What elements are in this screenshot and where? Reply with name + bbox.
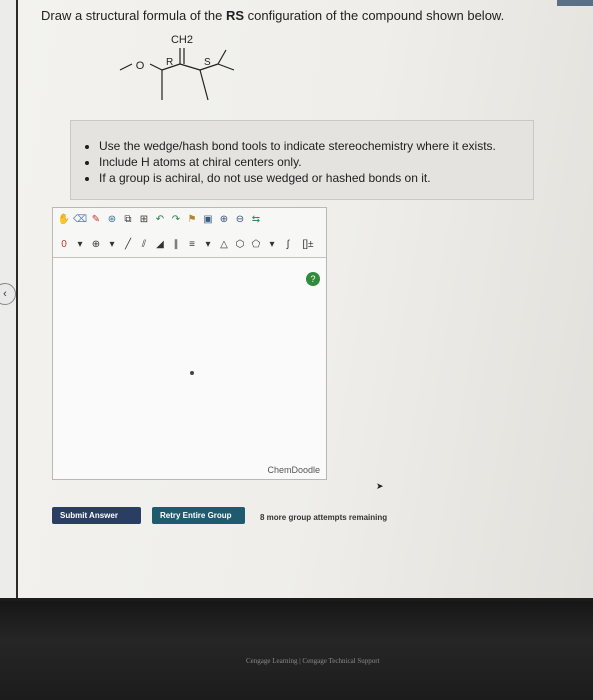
- question-bold: RS: [225, 8, 245, 23]
- hash-bond-icon[interactable]: ⫽: [137, 238, 151, 252]
- instruction-list: Use the wedge/hash bond tools to indicat…: [71, 139, 533, 185]
- chevron-down-icon[interactable]: ▾: [201, 238, 215, 252]
- retry-entire-group-button[interactable]: Retry Entire Group: [152, 507, 245, 524]
- single-bond-icon[interactable]: ╱: [121, 238, 135, 252]
- instruction-item: Use the wedge/hash bond tools to indicat…: [99, 139, 533, 153]
- footer: Cengage Learning | Cengage Technical Sup…: [0, 601, 593, 700]
- ring-benzene-icon[interactable]: ⬡: [233, 238, 247, 252]
- instructions-box: Use the wedge/hash bond tools to indicat…: [70, 120, 534, 200]
- bracket-icon[interactable]: []±: [297, 238, 319, 252]
- window-corner: [557, 0, 593, 6]
- chevron-down-icon[interactable]: ▾: [105, 238, 119, 252]
- instruction-item: Include H atoms at chiral centers only.: [99, 155, 533, 169]
- help-icon[interactable]: ?: [306, 272, 320, 286]
- redo-icon[interactable]: ↷: [169, 212, 183, 226]
- attempts-remaining-text: 8 more group attempts remaining: [260, 513, 388, 522]
- question-suffix: configuration of the compound shown belo…: [244, 8, 505, 23]
- triple-bond-icon[interactable]: ≡: [185, 238, 199, 252]
- eraser-icon[interactable]: ⌫: [73, 212, 87, 226]
- ring-cyclopropane-icon[interactable]: △: [217, 238, 231, 252]
- chain-icon[interactable]: ∫: [281, 238, 295, 252]
- group-ch2: CH2: [171, 34, 193, 46]
- wedge-bond-icon[interactable]: ◢: [153, 238, 167, 252]
- pencil-icon[interactable]: ✎: [89, 212, 103, 226]
- molecule-structure: O R S CH2: [119, 34, 235, 101]
- instruction-item: If a group is achiral, do not use wedged…: [99, 171, 533, 185]
- template-icon[interactable]: ▣: [201, 212, 215, 226]
- atom-selector[interactable]: 0: [57, 238, 71, 252]
- question-prefix: Draw a structural formula of the: [41, 8, 226, 23]
- question-text: Draw a structural formula of the RS conf…: [41, 8, 504, 23]
- footer-links[interactable]: Cengage Learning | Cengage Technical Sup…: [246, 657, 380, 665]
- copy-icon[interactable]: ⧉: [121, 212, 135, 226]
- editor-toolbar-top: ✋ ⌫ ✎ ⊛ ⧉ ⊞ ↶ ↷ ⚑ ▣ ⊕ ⊖ ⇆: [53, 208, 326, 230]
- chemdoodle-brand: ChemDoodle: [267, 465, 320, 475]
- chevron-down-icon[interactable]: ▾: [265, 238, 279, 252]
- double-bond-icon[interactable]: ∥: [169, 238, 183, 252]
- chem-editor[interactable]: ✋ ⌫ ✎ ⊛ ⧉ ⊞ ↶ ↷ ⚑ ▣ ⊕ ⊖ ⇆ 0 ▾ ⊕ ▾ ╱ ⫽ ◢ …: [52, 207, 327, 480]
- canvas-center-marker: [190, 371, 194, 375]
- zoom-in-icon[interactable]: ⊕: [217, 212, 231, 226]
- atom-o: O: [136, 60, 145, 72]
- mouse-cursor-icon: ➤: [376, 481, 384, 491]
- label-r: R: [166, 57, 173, 68]
- flip-icon[interactable]: ⇆: [249, 212, 263, 226]
- ring-pentagon-icon[interactable]: ⬠: [249, 238, 263, 252]
- clean-icon[interactable]: ⚑: [185, 212, 199, 226]
- paste-icon[interactable]: ⊞: [137, 212, 151, 226]
- label-s: S: [204, 57, 211, 68]
- drawing-canvas[interactable]: ? ChemDoodle: [53, 258, 326, 479]
- submit-answer-button[interactable]: Submit Answer: [52, 507, 141, 524]
- zoom-out-icon[interactable]: ⊖: [233, 212, 247, 226]
- hand-icon[interactable]: ✋: [57, 212, 71, 226]
- chevron-down-icon[interactable]: ▾: [73, 238, 87, 252]
- lasso-icon[interactable]: ⊛: [105, 212, 119, 226]
- undo-icon[interactable]: ↶: [153, 212, 167, 226]
- charge-icon[interactable]: ⊕: [89, 238, 103, 252]
- editor-toolbar-bottom: 0 ▾ ⊕ ▾ ╱ ⫽ ◢ ∥ ≡ ▾ △ ⬡ ⬠ ▾ ∫ []±: [53, 232, 326, 258]
